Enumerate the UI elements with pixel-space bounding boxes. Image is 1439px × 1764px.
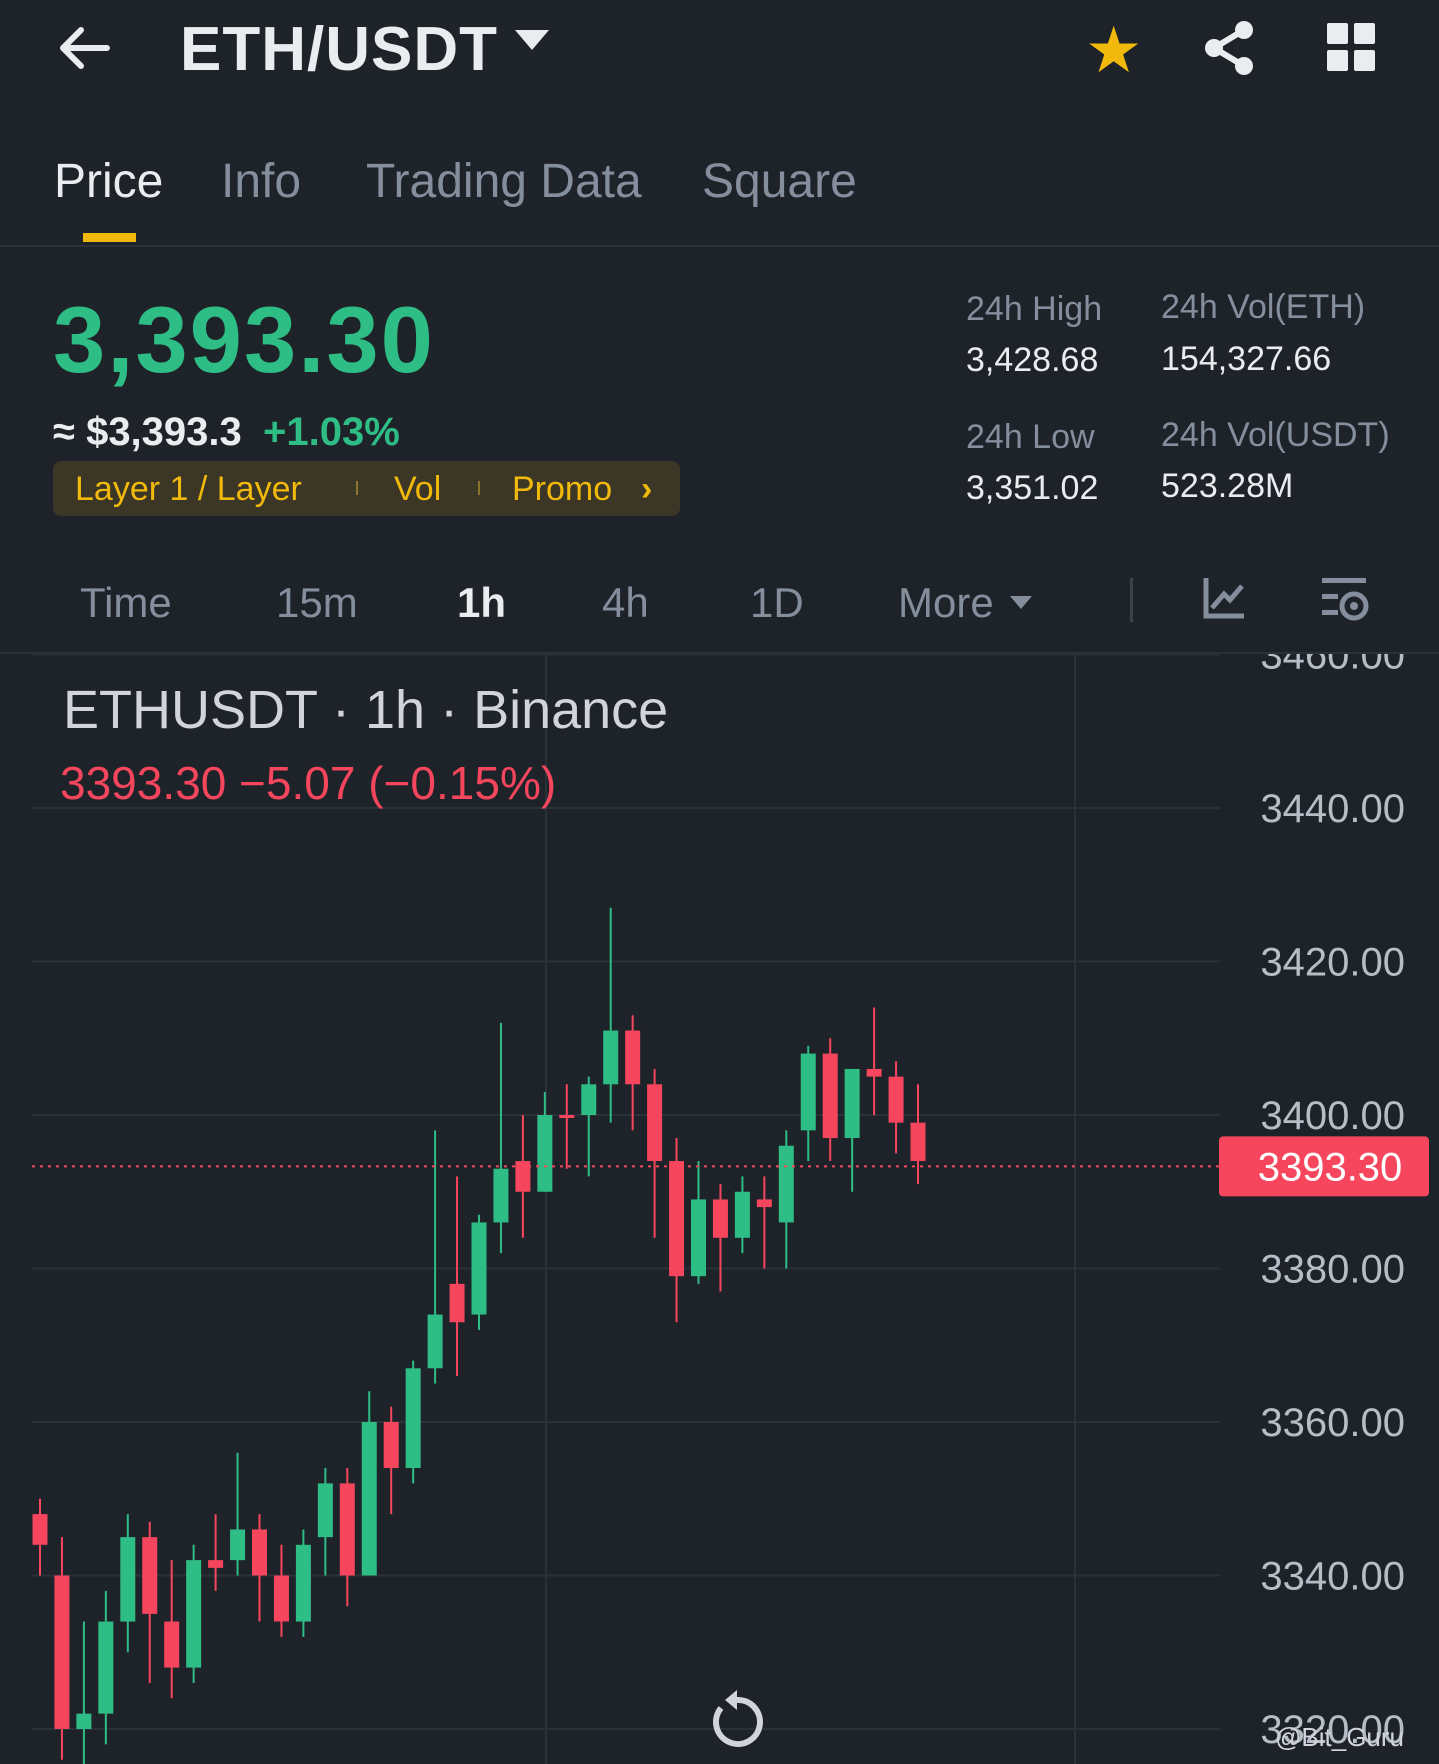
candle-body — [800, 1053, 816, 1131]
change-percent: +1.03% — [263, 410, 400, 454]
high-label: 24h High — [966, 290, 1103, 328]
back-arrow-icon[interactable] — [55, 18, 125, 78]
candle-body — [866, 1068, 882, 1077]
candle-body — [778, 1145, 794, 1223]
high-value: 3,428.68 — [966, 341, 1099, 379]
tab-square[interactable]: Square — [702, 152, 857, 212]
candle-body — [603, 1030, 619, 1085]
interval-1d[interactable]: 1D — [750, 578, 804, 628]
candle-body — [252, 1529, 267, 1576]
interval-bar: Time 15m 1h 4h 1D More — [0, 560, 1439, 654]
y-axis-label: 3340.00 — [1260, 1555, 1405, 1599]
candle-body — [273, 1575, 289, 1622]
candle-body — [449, 1283, 465, 1323]
watermark: @Bit_Guru — [1275, 1722, 1404, 1752]
candle-body — [295, 1544, 311, 1622]
candle-body — [230, 1529, 246, 1561]
tag-divider — [478, 481, 480, 495]
candle-body — [76, 1713, 92, 1729]
interval-time[interactable]: Time — [80, 578, 172, 628]
candle-body — [471, 1222, 487, 1315]
candle-body — [317, 1483, 333, 1538]
caret-down-icon[interactable] — [1010, 596, 1032, 609]
y-axis-label: 3360.00 — [1260, 1401, 1405, 1445]
candle-body — [120, 1537, 136, 1622]
low-value: 3,351.02 — [966, 469, 1099, 507]
tab-info[interactable]: Info — [221, 152, 301, 212]
pair-title[interactable]: ETH/USDT — [180, 12, 498, 88]
vol-eth-label: 24h Vol(ETH) — [1161, 288, 1366, 326]
chevron-right-icon[interactable]: › — [641, 467, 652, 511]
candle-body — [888, 1076, 904, 1123]
interval-more[interactable]: More — [898, 578, 994, 628]
interval-15m[interactable]: 15m — [276, 578, 358, 628]
interval-1h[interactable]: 1h — [457, 578, 506, 628]
grid-icon[interactable] — [1327, 23, 1377, 73]
chart-indicator-icon[interactable] — [1200, 574, 1248, 622]
tab-bar: Price Info Trading Data Square — [0, 140, 1439, 247]
candle-body — [361, 1422, 377, 1576]
tag-divider — [356, 481, 358, 495]
caret-down-icon[interactable] — [515, 30, 549, 50]
candle-body — [383, 1422, 399, 1469]
last-price: 3,393.30 — [53, 287, 435, 392]
candle-body — [581, 1084, 597, 1115]
active-tab-indicator — [83, 233, 136, 242]
vol-eth-value: 154,327.66 — [1161, 340, 1332, 378]
candle-body — [54, 1575, 70, 1729]
candle-body — [427, 1314, 443, 1369]
top-bar: ETH/USDT ★ — [0, 0, 1439, 100]
current-price-label: 3393.30 — [1258, 1145, 1403, 1189]
tag-vol[interactable]: Vol — [394, 467, 441, 511]
candle-body — [822, 1053, 838, 1139]
candle-body — [910, 1122, 926, 1162]
candle-body — [98, 1621, 114, 1714]
interval-4h[interactable]: 4h — [602, 578, 649, 628]
tag-promo[interactable]: Promo — [512, 467, 612, 511]
candle-body — [405, 1368, 421, 1469]
vol-usdt-label: 24h Vol(USDT) — [1161, 416, 1390, 454]
candle-body — [339, 1483, 355, 1576]
candle-body — [559, 1115, 575, 1118]
candle-body — [712, 1199, 728, 1238]
candlestick-chart[interactable]: 3460.00 3440.00 3420.00 3400.00 3380.00 3360.… — [0, 654, 1439, 1764]
y-axis-label: 3460.00 — [1260, 654, 1405, 678]
y-axis-label: 3380.00 — [1260, 1248, 1405, 1292]
divider — [1130, 578, 1133, 622]
candle-body — [208, 1560, 224, 1568]
candle-body — [691, 1199, 706, 1277]
candle-body — [493, 1168, 509, 1223]
low-label: 24h Low — [966, 418, 1095, 456]
tag-layer[interactable]: Layer 1 / Layer — [75, 467, 302, 511]
chart-title: ETHUSDT · 1h · Binance — [63, 680, 669, 740]
candle-body — [734, 1191, 750, 1238]
candle-body — [164, 1621, 180, 1668]
vol-usdt-value: 523.28M — [1161, 467, 1294, 505]
y-axis-label: 3440.00 — [1260, 787, 1405, 831]
candle-body — [32, 1514, 48, 1545]
candle-body — [844, 1068, 860, 1139]
star-icon[interactable]: ★ — [1085, 15, 1142, 85]
candle-body — [186, 1560, 202, 1668]
candle-body — [756, 1199, 772, 1208]
tab-price[interactable]: Price — [54, 152, 163, 212]
tab-trading-data[interactable]: Trading Data — [366, 152, 642, 212]
chart-change-legend: 3393.30 −5.07 (−0.15%) — [60, 757, 557, 809]
y-axis-label: 3400.00 — [1260, 1094, 1405, 1138]
y-axis-label: 3420.00 — [1260, 941, 1405, 985]
chart-settings-icon[interactable] — [1318, 572, 1372, 626]
candle-body — [537, 1115, 553, 1192]
candle-body — [669, 1161, 685, 1277]
reset-icon[interactable] — [705, 1690, 769, 1754]
fiat-price: ≈ $3,393.3 — [53, 410, 242, 454]
candle-body — [142, 1537, 158, 1614]
share-icon[interactable] — [1200, 18, 1260, 78]
candle-body — [647, 1084, 663, 1162]
tag-strip[interactable]: Layer 1 / Layer Vol Promo › — [53, 461, 680, 516]
candle-body — [625, 1030, 641, 1085]
